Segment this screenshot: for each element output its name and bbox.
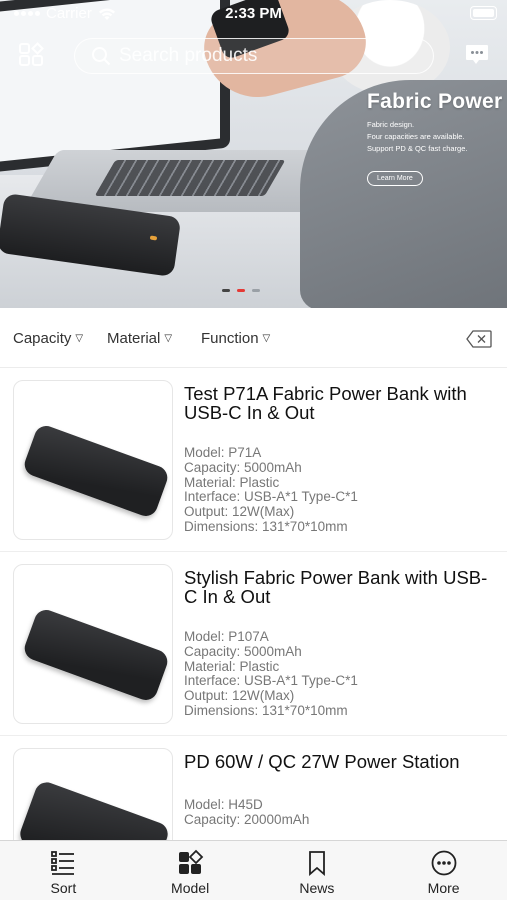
- power-station-image: [16, 779, 172, 840]
- banner-line: Support PD & QC fast charge.: [367, 144, 468, 153]
- product-image[interactable]: [13, 564, 173, 724]
- product-card[interactable]: PD 60W / QC 27W Power Station Model: H45…: [0, 736, 507, 840]
- filter-capacity[interactable]: Capacity ▽: [13, 330, 83, 347]
- product-title[interactable]: Test P71A Fabric Power Bank with USB-C I…: [184, 384, 498, 422]
- tab-more[interactable]: More: [380, 841, 507, 900]
- dropdown-triangle-icon: ▽: [262, 333, 271, 344]
- spec-line: Output: 12W(Max): [184, 504, 295, 520]
- spec-line: Interface: USB-A*1 Type-C*1: [184, 673, 358, 689]
- learn-more-button[interactable]: Learn More: [367, 171, 423, 186]
- spec-line: Capacity: 5000mAh: [184, 459, 302, 475]
- product-card[interactable]: Stylish Fabric Power Bank with USB-C In …: [0, 552, 507, 736]
- tab-label: More: [427, 880, 460, 896]
- filter-function[interactable]: Function ▽: [201, 330, 270, 347]
- spec-line: Dimensions: 131*70*10mm: [184, 518, 348, 534]
- carousel-dot[interactable]: [222, 289, 230, 292]
- product-title[interactable]: PD 60W / QC 27W Power Station: [184, 752, 498, 771]
- dropdown-triangle-icon: ▽: [75, 333, 84, 344]
- power-bank-image: [21, 606, 171, 704]
- product-specs: Model: H45D Capacity: 20000mAh: [184, 797, 498, 828]
- filter-label: Function: [201, 330, 259, 347]
- more-icon: [431, 850, 457, 876]
- tab-label: News: [299, 880, 335, 896]
- tab-bar: Sort Model News More: [0, 840, 507, 900]
- clock: 2:33 PM: [225, 5, 282, 22]
- spec-line: Dimensions: 131*70*10mm: [184, 702, 348, 718]
- banner-keyboard: [94, 160, 286, 196]
- tab-model[interactable]: Model: [127, 841, 254, 900]
- battery-icon: [470, 6, 497, 20]
- search-bar[interactable]: [74, 38, 434, 74]
- banner-text: Fabric Power Fabric design. Four capacit…: [367, 90, 502, 186]
- carousel-dot-active[interactable]: [237, 289, 245, 292]
- banner-line: Fabric design.: [367, 120, 415, 129]
- carousel-indicator[interactable]: [222, 289, 260, 292]
- search-input[interactable]: [119, 45, 399, 67]
- list-icon: [51, 851, 75, 875]
- tab-label: Sort: [50, 880, 77, 896]
- filter-bar: Capacity ▽ Material ▽ Function ▽: [0, 308, 507, 368]
- spec-line: Capacity: 20000mAh: [184, 811, 310, 827]
- search-icon: [92, 47, 111, 66]
- filter-label: Capacity: [13, 330, 72, 347]
- spec-line: Material: Plastic: [184, 658, 280, 674]
- product-title[interactable]: Stylish Fabric Power Bank with USB-C In …: [184, 568, 498, 606]
- product-card[interactable]: Test P71A Fabric Power Bank with USB-C I…: [0, 368, 507, 552]
- filter-label: Material: [107, 330, 161, 347]
- tab-label: Model: [171, 880, 210, 896]
- filter-material[interactable]: Material ▽: [107, 330, 172, 347]
- product-specs: Model: P107A Capacity: 5000mAh Material:…: [184, 629, 498, 719]
- product-specs: Model: P71A Capacity: 5000mAh Material: …: [184, 445, 498, 535]
- category-grid-icon[interactable]: [18, 42, 44, 68]
- spec-line: Interface: USB-A*1 Type-C*1: [184, 489, 358, 505]
- power-bank-image: [21, 422, 171, 520]
- tab-news[interactable]: News: [254, 841, 381, 900]
- grid-icon: [179, 849, 204, 874]
- spec-line: Output: 12W(Max): [184, 688, 295, 704]
- tab-sort[interactable]: Sort: [0, 841, 127, 900]
- bookmark-icon: [308, 851, 325, 876]
- message-icon[interactable]: [465, 44, 489, 66]
- clear-filter-icon[interactable]: [466, 330, 492, 348]
- spec-line: Model: H45D: [184, 797, 263, 812]
- spec-line: Capacity: 5000mAh: [184, 643, 302, 659]
- product-image[interactable]: [13, 748, 173, 840]
- product-image[interactable]: [13, 380, 173, 540]
- spec-line: Model: P71A: [184, 445, 262, 460]
- product-list[interactable]: Test P71A Fabric Power Bank with USB-C I…: [0, 368, 507, 840]
- banner-title: Fabric Power: [367, 90, 503, 113]
- carousel-dot[interactable]: [252, 289, 260, 292]
- spec-line: Model: P107A: [184, 629, 269, 644]
- spec-line: Material: Plastic: [184, 474, 280, 490]
- status-bar: Carrier 2:33 PM: [0, 0, 507, 28]
- banner-line: Four capacities are available.: [367, 132, 465, 141]
- dropdown-triangle-icon: ▽: [164, 333, 173, 344]
- banner-power-bank-led: [149, 235, 158, 241]
